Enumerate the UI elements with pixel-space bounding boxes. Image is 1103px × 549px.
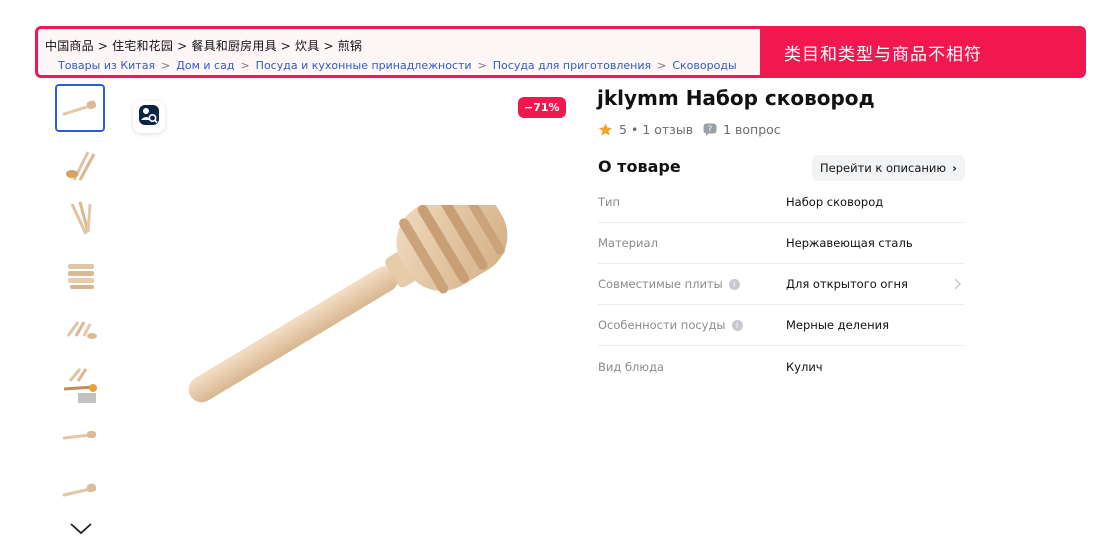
thumbnail[interactable]	[55, 194, 105, 242]
go-to-description-button[interactable]: Перейти к описанию ›	[812, 155, 965, 181]
annotation-banner: 中国商品 > 住宅和花园 > 餐具和厨房用具 > 炊具 > 煎锅 Товары …	[35, 26, 1086, 78]
star-icon	[598, 122, 613, 137]
rating-summary: 5 • 1 отзыв ? 1 вопрос	[598, 122, 781, 137]
spec-key: Материал	[598, 236, 786, 250]
breadcrumb-separator: >	[161, 59, 171, 72]
product-title: jklymm Набор сковород	[597, 86, 875, 110]
breadcrumb: Товары из Китая > Дом и сад > Посуда и к…	[58, 59, 737, 72]
questions-link[interactable]: 1 вопрос	[723, 122, 781, 137]
info-icon[interactable]: i	[731, 319, 743, 331]
discount-badge: −71%	[518, 97, 566, 118]
breadcrumb-item[interactable]: Посуда для приготовления	[493, 59, 651, 72]
spec-row: Вид блюда Кулич	[598, 346, 964, 387]
rating-value: 5	[619, 122, 627, 137]
spec-row[interactable]: Совместимые плиты i Для открытого огня	[598, 264, 964, 305]
spec-key-label: Тип	[598, 195, 621, 209]
thumbnail[interactable]	[55, 466, 105, 514]
product-image[interactable]	[145, 186, 535, 405]
breadcrumb-separator: >	[657, 59, 667, 72]
spec-key-label: Особенности посуды	[598, 318, 726, 332]
spec-row: Особенности посуды i Мерные деления	[598, 305, 964, 346]
spec-row: Материал Нержавеющая сталь	[598, 223, 964, 264]
chevron-right-icon[interactable]	[954, 278, 962, 290]
go-to-description-label: Перейти к описанию	[820, 161, 947, 175]
about-heading: О товаре	[598, 157, 681, 176]
breadcrumb-item[interactable]: Дом и сад	[176, 59, 234, 72]
breadcrumb-separator: >	[477, 59, 487, 72]
spec-value: Мерные деления	[786, 318, 889, 332]
rating-separator: •	[630, 122, 639, 137]
specs-table: Тип Набор сковород Материал Нержавеющая …	[598, 182, 964, 387]
spec-key: Совместимые плиты i	[598, 277, 786, 291]
spec-value: Для открытого огня	[786, 277, 908, 291]
search-photo-icon	[138, 104, 160, 130]
spec-key: Тип	[598, 195, 786, 209]
thumbnail[interactable]	[55, 359, 105, 407]
chevron-down-icon[interactable]	[68, 519, 94, 537]
spec-key: Вид блюда	[598, 360, 786, 374]
breadcrumb-translation: 中国商品 > 住宅和花园 > 餐具和厨房用具 > 炊具 > 煎锅	[45, 39, 363, 53]
thumbnail[interactable]	[55, 250, 105, 298]
question-icon: ?	[703, 123, 717, 136]
spec-key-label: Совместимые плиты	[598, 277, 723, 291]
thumbnail[interactable]	[55, 412, 105, 460]
breadcrumb-item[interactable]: Посуда и кухонные принадлежности	[256, 59, 472, 72]
spec-value: Нержавеющая сталь	[786, 236, 913, 250]
spec-key-label: Вид блюда	[598, 359, 665, 374]
thumbnail[interactable]	[55, 304, 105, 352]
spec-value: Набор сковород	[786, 195, 884, 209]
thumbnail[interactable]	[55, 84, 105, 132]
chevron-right-icon: ›	[952, 161, 957, 175]
spec-key-label: Материал	[598, 236, 658, 250]
search-photo-button[interactable]	[133, 101, 165, 133]
breadcrumb-item[interactable]: Товары из Китая	[58, 59, 155, 72]
info-icon[interactable]: i	[728, 278, 740, 290]
spec-value: Кулич	[786, 359, 823, 374]
thumbnail[interactable]	[55, 140, 105, 188]
spec-key: Особенности посуды i	[598, 318, 786, 332]
breadcrumb-item[interactable]: Сковороды	[672, 59, 736, 72]
reviews-link[interactable]: 1 отзыв	[642, 122, 693, 137]
spec-row: Тип Набор сковород	[598, 182, 964, 223]
verdict-label: 类目和类型与商品不相符	[760, 29, 1083, 75]
svg-text:?: ?	[708, 125, 712, 134]
breadcrumb-separator: >	[240, 59, 250, 72]
